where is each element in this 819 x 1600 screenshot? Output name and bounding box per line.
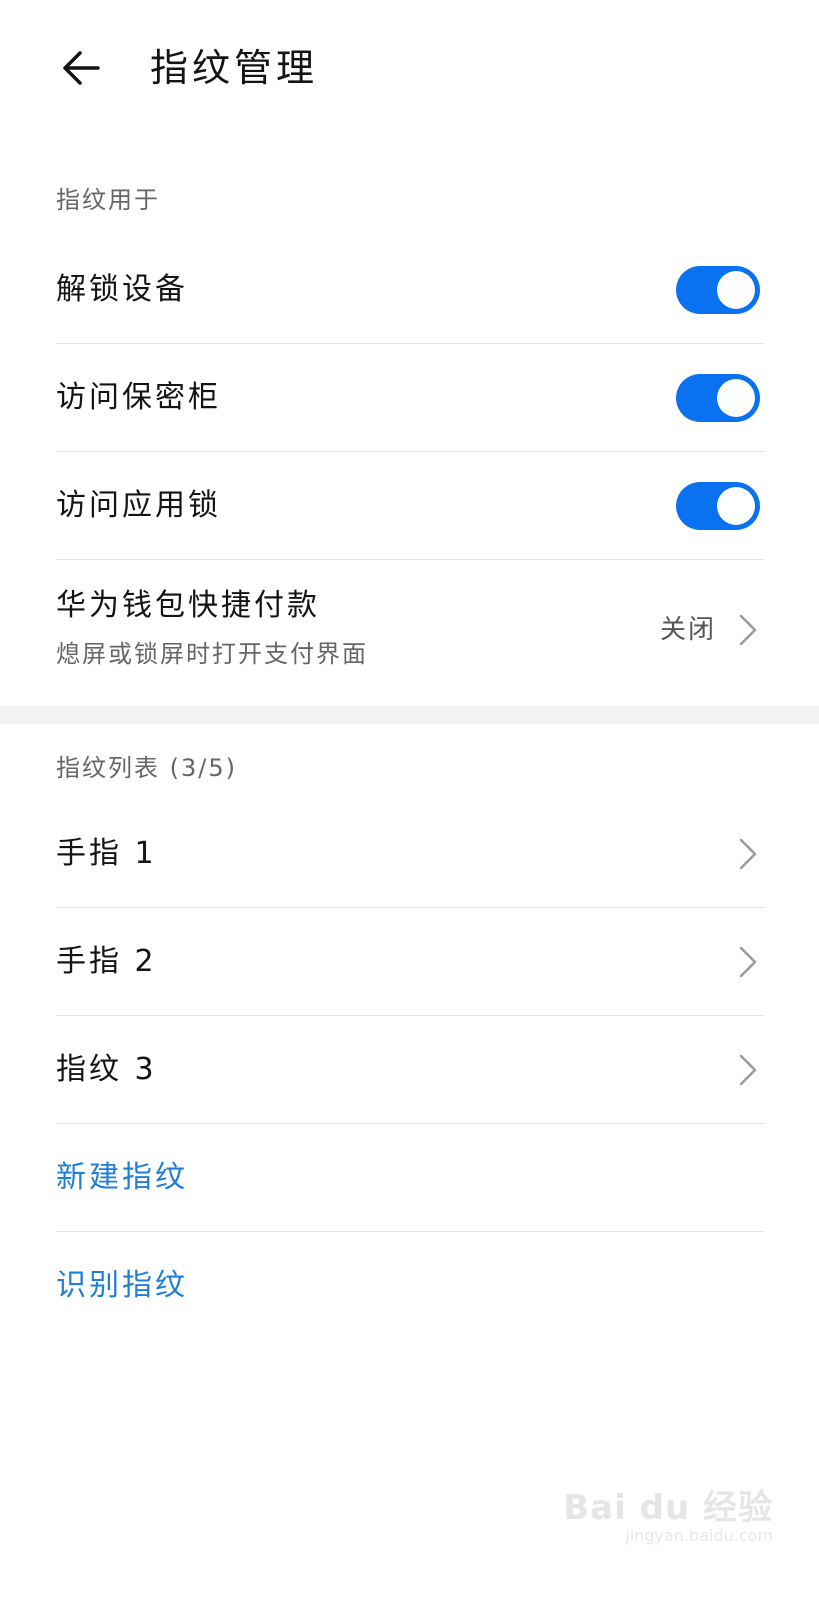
chevron-right-icon [736, 1052, 760, 1088]
chevron-right-icon [736, 944, 760, 980]
fingerprint-settings-screen: 指纹管理 指纹用于 解锁设备 访问保密柜 访问应用锁 华为钱包快捷付款 熄屏或锁… [0, 0, 819, 1600]
header: 指纹管理 [0, 0, 819, 140]
row-label: 访问保密柜 [56, 380, 221, 415]
wallet-status-value: 关闭 [659, 615, 716, 645]
toggle-knob [717, 379, 755, 417]
toggle-knob [717, 487, 755, 525]
chevron-right-icon [736, 836, 760, 872]
page-title: 指纹管理 [150, 46, 319, 90]
section-separator [0, 706, 819, 724]
section-label-fingerprint-list: 指纹列表 (3/5) [56, 754, 237, 782]
back-button[interactable] [52, 38, 112, 98]
toggle-knob [717, 271, 755, 309]
new-fingerprint-label: 新建指纹 [56, 1160, 188, 1195]
identify-fingerprint-button[interactable]: 识别指纹 [56, 1232, 764, 1340]
fingerprint-name: 指纹 3 [56, 1052, 157, 1087]
row-unlock-device[interactable]: 解锁设备 [56, 236, 764, 344]
section-label-usage: 指纹用于 [56, 186, 160, 214]
arrow-left-icon [63, 51, 100, 85]
chevron-right-icon [736, 612, 760, 648]
watermark-brand: Bai du 经验 [563, 1488, 773, 1528]
fingerprint-list-item[interactable]: 手指 1 [56, 800, 764, 908]
baidu-jingyan-watermark: Bai du 经验 jingyan.baidu.com [563, 1480, 773, 1560]
unlock-device-toggle[interactable] [676, 266, 760, 314]
row-label: 访问应用锁 [56, 488, 221, 523]
row-access-app-lock[interactable]: 访问应用锁 [56, 452, 764, 560]
row-wallet-quick-pay[interactable]: 华为钱包快捷付款 熄屏或锁屏时打开支付界面 关闭 [56, 560, 764, 706]
access-app-lock-toggle[interactable] [676, 482, 760, 530]
access-safe-toggle[interactable] [676, 374, 760, 422]
fingerprint-name: 手指 1 [56, 836, 157, 871]
row-access-safe[interactable]: 访问保密柜 [56, 344, 764, 452]
new-fingerprint-button[interactable]: 新建指纹 [56, 1124, 764, 1232]
row-subtitle: 熄屏或锁屏时打开支付界面 [56, 640, 368, 668]
identify-fingerprint-label: 识别指纹 [56, 1268, 188, 1303]
row-label: 解锁设备 [56, 272, 188, 307]
row-label: 华为钱包快捷付款 [56, 588, 320, 623]
fingerprint-name: 手指 2 [56, 944, 157, 979]
watermark-url: jingyan.baidu.com [625, 1526, 773, 1545]
fingerprint-list-item[interactable]: 指纹 3 [56, 1016, 764, 1124]
fingerprint-list-item[interactable]: 手指 2 [56, 908, 764, 1016]
